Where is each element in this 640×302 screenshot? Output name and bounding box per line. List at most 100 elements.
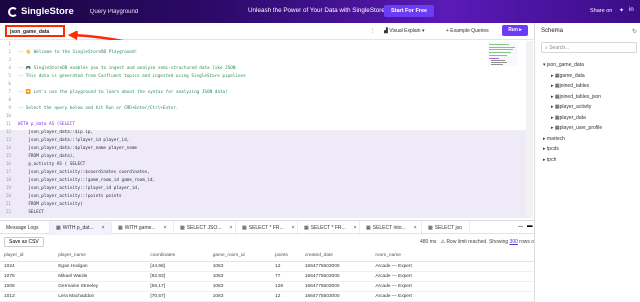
minimize-panel-icon[interactable]: ▬ [527,223,533,229]
table-row[interactable]: 1013 Lera Machaddon [70,57] 1083 12 166477550… [0,291,534,302]
schema-item[interactable]: ▸ tpcds [543,146,559,152]
result-tab[interactable]: ▦ SELECT * FR... × [298,221,360,235]
table-row[interactable]: 1008 Germaine Streeley [59,17] 1083 128 16647… [0,281,534,292]
brand-logo[interactable]: SingleStore [8,6,74,17]
schema-item[interactable]: ▸ ▦game_data [551,73,585,79]
close-tab-icon[interactable]: × [229,225,232,231]
close-tab-icon[interactable]: × [292,225,295,231]
table-cell: 1075 [0,271,55,282]
editor-scrollbar[interactable] [526,41,533,218]
schema-item[interactable]: ▾ json_game_data [543,62,584,68]
table-cell: 1664775503000 [300,291,372,302]
code-line[interactable]: 20 json_player_activity::!points points [0,194,530,202]
code-line[interactable]: 17 json_player_activity::$coordinates co… [0,170,530,178]
code-text: WITH p_data AS (SELECT [18,122,75,127]
line-number: 21 [5,202,11,207]
code-line[interactable]: 7 -- 🔽 Let's use the playground to learn … [0,90,530,98]
code-line[interactable]: 1 [0,42,530,50]
line-number: 4 [8,66,11,71]
refresh-icon[interactable]: ↻ [632,28,637,35]
result-tab[interactable]: ▦ SELECT * FR... × [236,221,298,235]
schema-item[interactable]: ▸ ▦joined_tables [551,83,589,89]
line-number: 15 [5,154,11,159]
code-text: json_player_activity::!points points [18,194,122,199]
code-line[interactable]: 4 -- 🎮 SingleStoreDB enables you to inges… [0,66,530,74]
code-line[interactable]: 13 json_player_data::!player_id player_i… [0,138,530,146]
close-tab-icon[interactable]: × [164,225,167,231]
run-button[interactable]: Run ▸ [502,25,528,36]
more-options-icon[interactable]: ⋮ [370,28,375,34]
line-number: 13 [5,138,11,143]
code-line[interactable]: 22 SELECT [0,210,530,218]
column-header[interactable]: game_room_id [208,251,272,262]
code-text: -- 🔽 Let's use the playground to learn a… [18,90,228,95]
result-tab[interactable]: ▦ WITH p_dat... × [50,221,112,235]
table-icon: ▦ [428,225,433,231]
result-tab[interactable]: Message Logs [0,221,50,235]
query-name-input[interactable]: json_game_data [5,25,65,37]
code-line[interactable]: 14 json_player_data::$player_name player… [0,146,530,154]
visual-explain-button[interactable]: ▟ Visual Explain ▾ [384,28,424,34]
schema-item[interactable]: ▸ ▦joined_tables_json [551,94,601,100]
expand-icon[interactable]: — [518,224,523,230]
schema-item-label: joined_tables_json [559,93,602,100]
code-line[interactable]: 11 WITH p_data AS (SELECT [0,122,530,130]
editor-minimap[interactable] [488,42,518,66]
line-number: 2 [8,50,11,55]
column-header[interactable]: created_date [300,251,372,262]
result-tab[interactable]: ▦ SELECT into... × [360,221,422,235]
result-tab[interactable]: ▦ SELECT JSO... × [174,221,236,235]
code-text: SELECT [18,210,44,215]
code-line[interactable]: 16 p_activity AS ( SELECT [0,162,530,170]
rows-link[interactable]: 300 [510,239,518,245]
result-tab[interactable]: ▦SELECT jso ⋮ [422,221,470,235]
column-header[interactable]: coordinates [146,251,209,262]
code-text: json_player_data::$ip ip, [18,130,94,135]
close-tab-icon[interactable]: × [414,225,417,231]
code-line[interactable]: 6 [0,82,530,90]
close-tab-icon[interactable]: × [354,225,357,231]
save-csv-button[interactable]: Save as CSV [4,237,44,247]
schema-item[interactable]: ▸ ▦player_user_profile [551,125,602,131]
table-cell: 1083 [208,261,272,272]
share-label: Share on [590,8,613,14]
code-line[interactable]: 5 -- This data is generated from Confluen… [0,74,530,82]
code-text: -- This data is generated from Confluent… [18,74,246,79]
code-line[interactable]: 19 json_player_activity::!player_id play… [0,186,530,194]
code-line[interactable]: 15 FROM player_data), [0,154,530,162]
results-info: 480 ms ⚠ Row limit reached. Showing 300 … [420,239,549,245]
start-free-button[interactable]: Start For Free [384,5,435,17]
linkedin-icon[interactable]: in [629,7,634,13]
code-line[interactable]: 8 [0,98,530,106]
code-line[interactable]: 21 FROM player_activity) [0,202,530,210]
code-line[interactable]: 9 -- Select the query below and hit Run o… [0,106,530,114]
code-text: FROM player_data), [18,154,75,159]
close-tab-icon[interactable]: × [102,225,105,231]
twitter-icon[interactable]: ✦ [619,7,624,14]
row-limit-warning: ⚠ Row limit reached. Showing [440,239,509,245]
schema-item[interactable]: ▸ tpch [543,157,556,163]
code-line[interactable]: 3 [0,58,530,66]
table-row[interactable]: 1024 Egan Hodgan [44,68] 1083 12 166477550300… [0,261,534,272]
column-header[interactable]: room_name [371,251,534,262]
code-line[interactable]: 18 json_player_activity::!game_room_id g… [0,178,530,186]
column-header[interactable]: points [271,251,301,262]
column-header[interactable]: player_name [54,251,147,262]
code-text: json_player_activity::!game_room_id game… [18,178,156,183]
column-header[interactable]: player_id [0,251,55,262]
result-tab[interactable]: ▦ WITH game... × [112,221,174,235]
schema-search-input[interactable]: ⌕ Search... [541,42,637,53]
table-cell: 1083 [208,281,272,292]
example-queries-button[interactable]: + Example Queries [446,28,489,34]
schema-title: Schema [541,28,564,34]
schema-item[interactable]: ▸ martech [543,136,565,142]
schema-item[interactable]: ▸ ▦player_activity [551,104,591,110]
code-editor[interactable]: 1 2 -- 👋 Welcome to the SingleStoreDB Play… [0,40,534,220]
schema-item[interactable]: ▸ ▦player_data [551,115,586,121]
table-header-row: player_id player_name coordinates game_room… [0,251,534,262]
code-line[interactable]: 2 -- 👋 Welcome to the SingleStoreDB Playg… [0,50,530,58]
table-row[interactable]: 1075 Mikael Warde [92,93] 1083 77 16647755030… [0,271,534,282]
code-line[interactable]: 12 json_player_data::$ip ip, [0,130,530,138]
code-line[interactable]: 10 [0,114,530,122]
schema-item-label: player_data [559,114,586,121]
